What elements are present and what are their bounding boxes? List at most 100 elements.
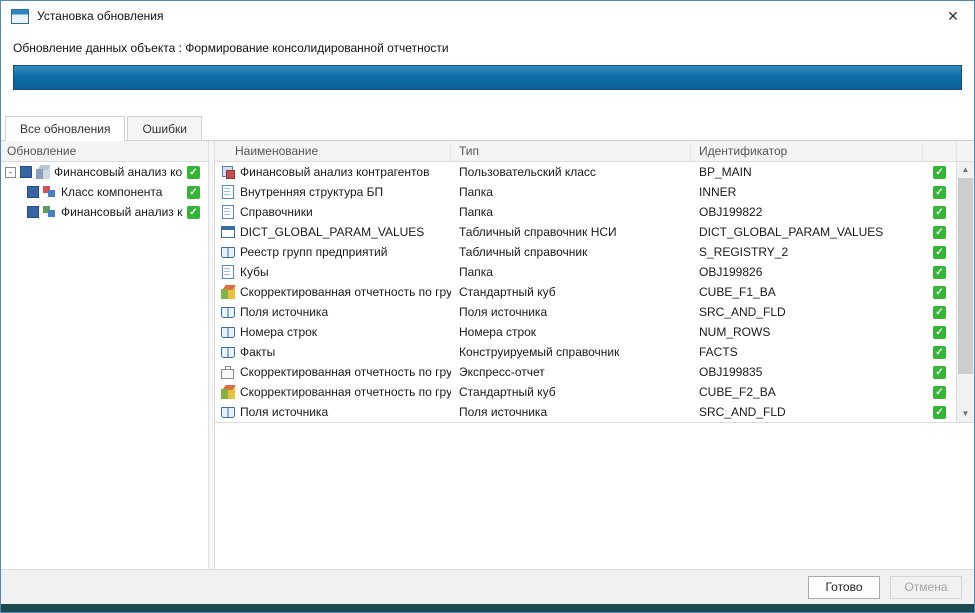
row-id-text: BP_MAIN xyxy=(699,165,752,179)
row-type-icon xyxy=(221,405,235,419)
cell-name: Реестр групп предприятий xyxy=(215,245,451,259)
table-row[interactable]: Скорректированная отчетность по группа С… xyxy=(215,382,956,402)
row-type-icon xyxy=(221,185,235,199)
tree-column-header: Обновление xyxy=(1,141,208,162)
update-tree-pane: Обновление Финансовый анализ контр Класс… xyxy=(1,141,209,569)
scrollbar-thumb[interactable] xyxy=(958,178,973,374)
cell-name: Скорректированная отчетность по группа xyxy=(215,365,451,379)
vertical-scrollbar[interactable]: ▲ ▼ xyxy=(956,162,974,422)
tree-item-icon xyxy=(43,205,57,219)
row-type-icon xyxy=(221,265,235,279)
tree-item[interactable]: Класс компонента xyxy=(1,182,208,202)
table-row[interactable]: Скорректированная отчетность по группа Э… xyxy=(215,362,956,382)
window-title: Установка обновления xyxy=(37,9,164,23)
cancel-button[interactable]: Отмена xyxy=(890,576,962,599)
cell-status xyxy=(923,226,956,239)
table-row[interactable]: Поля источника Поля источника SRC_AND_FL… xyxy=(215,402,956,422)
cell-id: BP_MAIN xyxy=(691,165,923,179)
cell-id: CUBE_F2_BA xyxy=(691,385,923,399)
cell-type: Стандартный куб xyxy=(451,385,691,399)
column-header-name[interactable]: Наименование xyxy=(215,141,451,162)
cell-status xyxy=(923,186,956,199)
table-row[interactable]: Финансовый анализ контрагентов Пользоват… xyxy=(215,162,956,182)
cell-type: Папка xyxy=(451,265,691,279)
table-area: Финансовый анализ контрагентов Пользоват… xyxy=(215,162,974,422)
tree-item-icon xyxy=(43,185,57,199)
scroll-up-icon[interactable]: ▲ xyxy=(957,162,974,178)
cell-id: OBJ199826 xyxy=(691,265,923,279)
tree-item-label: Финансовый анализ контр xyxy=(54,165,183,179)
status-check-icon xyxy=(933,326,946,339)
cell-type: Табличный справочник xyxy=(451,245,691,259)
row-type-icon xyxy=(221,365,235,379)
status-check-icon xyxy=(933,366,946,379)
cell-status xyxy=(923,346,956,359)
progress-bar-fill xyxy=(14,66,961,89)
cell-status xyxy=(923,386,956,399)
object-update-label: Обновление данных объекта : Формирование… xyxy=(1,31,974,65)
bottom-strip xyxy=(1,604,974,612)
row-name-text: DICT_GLOBAL_PARAM_VALUES xyxy=(240,225,424,239)
row-id-text: SRC_AND_FLD xyxy=(699,405,786,419)
row-name-text: Скорректированная отчетность по группа xyxy=(240,285,451,299)
row-name-text: Внутренняя структура БП xyxy=(240,185,383,199)
cell-type: Пользовательский класс xyxy=(451,165,691,179)
row-type-text: Табличный справочник НСИ xyxy=(459,225,617,239)
tree-item[interactable]: Финансовый анализ контр xyxy=(1,162,208,182)
scrollbar-track[interactable] xyxy=(957,178,974,406)
row-type-icon xyxy=(221,345,235,359)
table-row[interactable]: Внутренняя структура БП Папка INNER xyxy=(215,182,956,202)
tree-checkbox[interactable] xyxy=(27,206,39,218)
table-row[interactable]: Факты Конструируемый справочник FACTS xyxy=(215,342,956,362)
table-row[interactable]: DICT_GLOBAL_PARAM_VALUES Табличный справ… xyxy=(215,222,956,242)
status-check-icon xyxy=(187,206,200,219)
tab-errors[interactable]: Ошибки xyxy=(127,116,202,140)
tree-body: Финансовый анализ контр Класс компонента… xyxy=(1,162,208,569)
cell-name: Скорректированная отчетность по группа xyxy=(215,385,451,399)
close-icon[interactable]: ✕ xyxy=(942,5,964,27)
tree-checkbox[interactable] xyxy=(27,186,39,198)
row-type-text: Поля источника xyxy=(459,405,547,419)
cell-id: OBJ199822 xyxy=(691,205,923,219)
row-type-text: Поля источника xyxy=(459,305,547,319)
cell-type: Экспресс-отчет xyxy=(451,365,691,379)
column-header-type[interactable]: Тип xyxy=(451,141,691,162)
row-type-icon xyxy=(221,245,235,259)
expander-icon[interactable] xyxy=(5,167,16,178)
table-row[interactable]: Реестр групп предприятий Табличный справ… xyxy=(215,242,956,262)
row-id-text: CUBE_F2_BA xyxy=(699,385,776,399)
cell-type: Стандартный куб xyxy=(451,285,691,299)
cell-name: DICT_GLOBAL_PARAM_VALUES xyxy=(215,225,451,239)
table-row[interactable]: Справочники Папка OBJ199822 xyxy=(215,202,956,222)
tree-item-label: Финансовый анализ кон xyxy=(61,205,183,219)
table-row[interactable]: Номера строк Номера строк NUM_ROWS xyxy=(215,322,956,342)
status-check-icon xyxy=(933,226,946,239)
row-name-text: Реестр групп предприятий xyxy=(240,245,387,259)
cell-status xyxy=(923,286,956,299)
row-type-icon xyxy=(221,225,235,239)
done-button[interactable]: Готово xyxy=(808,576,880,599)
column-header-id[interactable]: Идентификатор xyxy=(691,141,923,162)
cell-id: NUM_ROWS xyxy=(691,325,923,339)
row-type-icon xyxy=(221,385,235,399)
cell-name: Поля источника xyxy=(215,405,451,419)
row-name-text: Финансовый анализ контрагентов xyxy=(240,165,429,179)
row-type-icon xyxy=(221,205,235,219)
row-type-text: Пользовательский класс xyxy=(459,165,596,179)
row-type-text: Табличный справочник xyxy=(459,245,587,259)
status-check-icon xyxy=(187,186,200,199)
row-type-text: Папка xyxy=(459,265,493,279)
tab-all-updates[interactable]: Все обновления xyxy=(5,116,125,141)
cell-status xyxy=(923,266,956,279)
status-check-icon xyxy=(933,206,946,219)
status-check-icon xyxy=(933,406,946,419)
scroll-down-icon[interactable]: ▼ xyxy=(957,406,974,422)
row-type-text: Номера строк xyxy=(459,325,536,339)
tree-checkbox[interactable] xyxy=(20,166,32,178)
table-row[interactable]: Поля источника Поля источника SRC_AND_FL… xyxy=(215,302,956,322)
cell-status xyxy=(923,206,956,219)
table-row[interactable]: Скорректированная отчетность по группа С… xyxy=(215,282,956,302)
update-install-dialog: Установка обновления ✕ Обновление данных… xyxy=(0,0,975,613)
table-row[interactable]: Кубы Папка OBJ199826 xyxy=(215,262,956,282)
tree-item[interactable]: Финансовый анализ кон xyxy=(1,202,208,222)
